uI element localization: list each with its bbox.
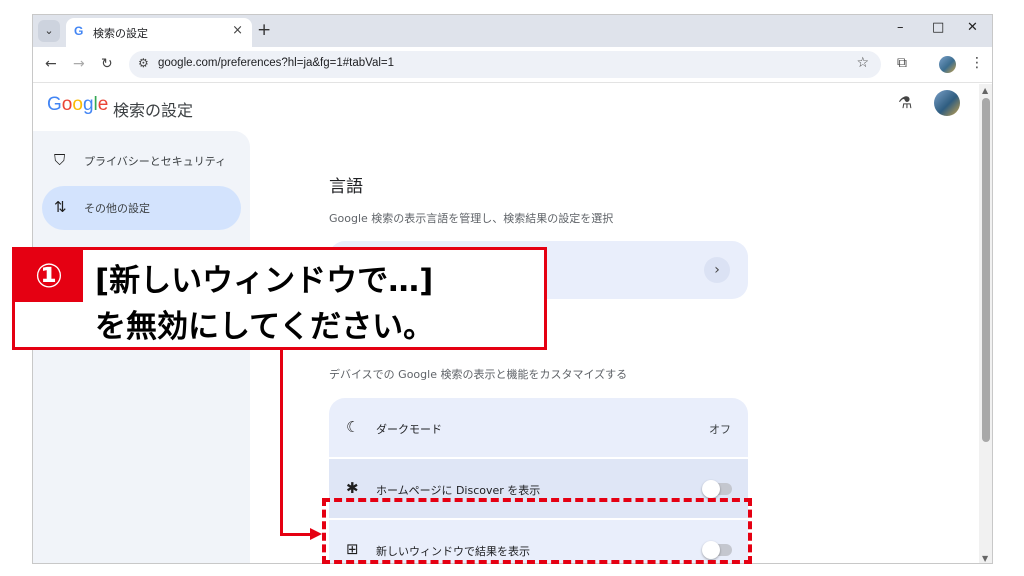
new-tab-button[interactable]: + bbox=[257, 20, 271, 40]
step-number: ① bbox=[15, 250, 83, 302]
tab-search-settings[interactable]: G 検索の設定 × bbox=[66, 18, 252, 47]
page-title: 検索の設定 bbox=[113, 101, 194, 120]
scrollbar[interactable]: ▲ ▼ bbox=[979, 84, 992, 563]
scroll-down-arrow-icon[interactable]: ▼ bbox=[982, 554, 988, 563]
callout-line-2: を無効にしてください。 bbox=[95, 309, 435, 345]
account-avatar[interactable] bbox=[934, 90, 960, 116]
profile-avatar[interactable] bbox=[939, 56, 956, 73]
maximize-button[interactable]: □ bbox=[932, 20, 944, 35]
discover-label: ホームページに Discover を表示 bbox=[376, 484, 541, 497]
discover-icon: ✱ bbox=[346, 479, 359, 497]
highlight-box bbox=[322, 498, 752, 564]
instruction-callout: ① [新しいウィンドウで…] を無効にしてください。 bbox=[12, 247, 547, 350]
extensions-icon[interactable]: ⧉ bbox=[897, 55, 907, 71]
display-section-description: デバイスでの Google 検索の表示と機能をカスタマイズする bbox=[329, 368, 628, 381]
discover-toggle[interactable] bbox=[702, 480, 732, 498]
browser-toolbar: ← → ↻ ⚙ google.com/preferences?hl=ja&fg=… bbox=[33, 47, 992, 83]
tune-icon: ⇅ bbox=[54, 198, 67, 216]
close-window-button[interactable]: ✕ bbox=[967, 20, 978, 35]
tab-search-chevron-icon[interactable]: ⌄ bbox=[38, 20, 60, 42]
sidebar-item-other-settings[interactable]: ⇅ その他の設定 bbox=[42, 186, 241, 230]
google-favicon-icon: G bbox=[74, 24, 84, 38]
chevron-right-icon[interactable]: › bbox=[704, 257, 730, 283]
scroll-up-arrow-icon[interactable]: ▲ bbox=[982, 86, 988, 95]
site-info-icon[interactable]: ⚙ bbox=[138, 56, 149, 70]
address-bar[interactable]: ⚙ google.com/preferences?hl=ja&fg=1#tabV… bbox=[129, 51, 881, 78]
minimize-button[interactable]: – bbox=[897, 20, 904, 35]
reload-button[interactable]: ↻ bbox=[101, 56, 113, 72]
tab-strip: ⌄ G 検索の設定 × + – □ ✕ bbox=[33, 15, 992, 47]
dark-mode-value: オフ bbox=[709, 423, 731, 436]
language-section-title: 言語 bbox=[329, 177, 363, 197]
menu-icon[interactable]: ⋮ bbox=[970, 55, 984, 71]
shield-icon: ⛉ bbox=[54, 151, 66, 169]
sidebar-item-label: その他の設定 bbox=[84, 202, 150, 215]
dark-mode-row[interactable]: ☾ ダークモード オフ bbox=[329, 398, 748, 457]
bookmark-star-icon[interactable]: ☆ bbox=[856, 55, 869, 71]
language-section-description: Google 検索の表示言語を管理し、検索結果の設定を選択 bbox=[329, 212, 614, 225]
back-button[interactable]: ← bbox=[45, 56, 57, 72]
tab-close-icon[interactable]: × bbox=[232, 23, 243, 38]
sidebar-item-privacy[interactable]: ⛉ プライバシーとセキュリティ bbox=[42, 139, 241, 183]
forward-button[interactable]: → bbox=[73, 56, 85, 72]
callout-arrow-icon bbox=[310, 528, 322, 540]
tab-title: 検索の設定 bbox=[93, 27, 148, 40]
callout-connector-line bbox=[280, 350, 283, 536]
sidebar-item-label: プライバシーとセキュリティ bbox=[84, 155, 227, 168]
google-logo[interactable]: Google bbox=[47, 94, 108, 116]
url-text[interactable]: google.com/preferences?hl=ja&fg=1#tabVal… bbox=[158, 57, 394, 69]
dark-mode-label: ダークモード bbox=[376, 423, 442, 436]
callout-line-1: [新しいウィンドウで…] bbox=[95, 263, 434, 299]
callout-connector-line-horizontal bbox=[280, 533, 312, 536]
flask-icon[interactable]: ⚗ bbox=[898, 93, 912, 112]
moon-icon: ☾ bbox=[346, 418, 360, 436]
scrollbar-thumb[interactable] bbox=[982, 98, 990, 442]
